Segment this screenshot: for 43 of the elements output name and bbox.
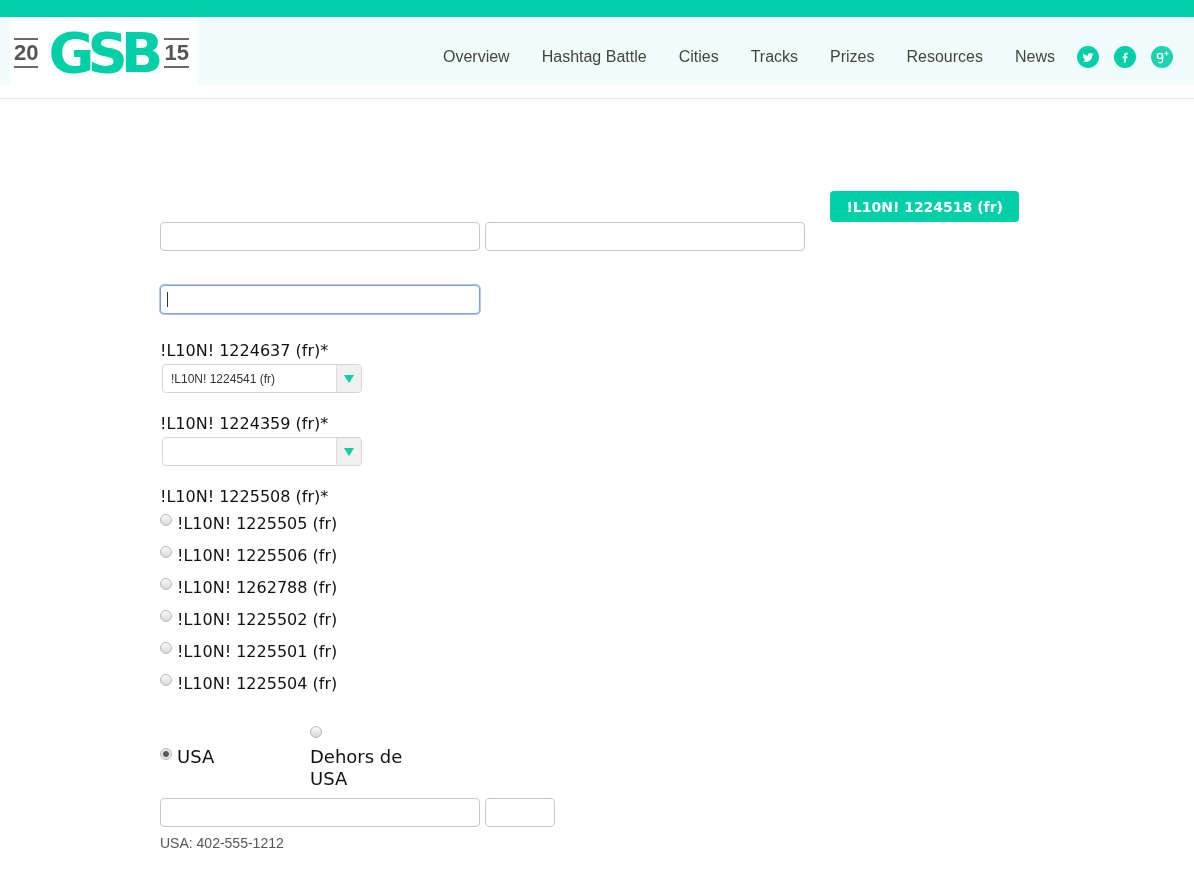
- nav-link[interactable]: Overview: [443, 48, 510, 66]
- radio-label[interactable]: !L10N! 1225501 (fr): [177, 636, 338, 668]
- dropdown-caret-icon: [336, 365, 361, 392]
- nav-link[interactable]: News: [1015, 48, 1055, 66]
- field-label: !L10N! 1224359 (fr)*: [160, 414, 329, 434]
- facebook-icon[interactable]: [1114, 46, 1136, 68]
- nav-link[interactable]: Hashtag Battle: [541, 48, 647, 66]
- nav-link[interactable]: Prizes: [830, 48, 875, 66]
- nav-link[interactable]: Cities: [678, 48, 719, 66]
- twitter-icon[interactable]: [1077, 46, 1099, 68]
- text-input[interactable]: [160, 798, 480, 827]
- text-input[interactable]: [160, 285, 480, 314]
- help-text: USA: 402-555-1212: [160, 835, 284, 851]
- radio-button[interactable]: [160, 610, 172, 622]
- logo-wordmark: GSB: [48, 27, 157, 79]
- nav-link[interactable]: Tracks: [750, 48, 799, 66]
- logo-year: 15: [164, 38, 189, 68]
- radio-label[interactable]: !L10N! 1262788 (fr): [177, 572, 338, 604]
- text-input[interactable]: [160, 222, 480, 251]
- radio-label[interactable]: !L10N! 1225504 (fr): [177, 668, 338, 700]
- dropdown-caret-icon: [336, 438, 361, 465]
- radio-label[interactable]: !L10N! 1225506 (fr): [177, 540, 338, 572]
- radio-button[interactable]: [160, 578, 172, 590]
- radio-label[interactable]: USA: [177, 742, 215, 768]
- radio-button[interactable]: [160, 674, 172, 686]
- radio-label[interactable]: Dehors de USA: [310, 742, 430, 790]
- dropdown[interactable]: !L10N! 1224541 (fr): [162, 364, 362, 393]
- nav-link[interactable]: Resources: [906, 48, 983, 66]
- radio-label[interactable]: !L10N! 1225505 (fr): [177, 508, 338, 540]
- field-label: !L10N! 1225508 (fr)*: [160, 487, 329, 507]
- radio-button[interactable]: [310, 725, 322, 738]
- text-input[interactable]: [485, 798, 555, 827]
- radio-label[interactable]: !L10N! 1225502 (fr): [177, 604, 338, 636]
- radio-button[interactable]: [160, 747, 172, 760]
- radio-button[interactable]: [160, 546, 172, 558]
- google-plus-icon[interactable]: [1151, 46, 1173, 68]
- text-input[interactable]: [485, 222, 805, 251]
- dropdown[interactable]: [162, 437, 362, 466]
- field-label: !L10N! 1224637 (fr)*: [160, 341, 329, 361]
- radio-button[interactable]: [160, 514, 172, 526]
- radio-button[interactable]: [160, 642, 172, 654]
- logo-year: 20: [14, 38, 39, 68]
- text-cursor-icon: [167, 292, 168, 307]
